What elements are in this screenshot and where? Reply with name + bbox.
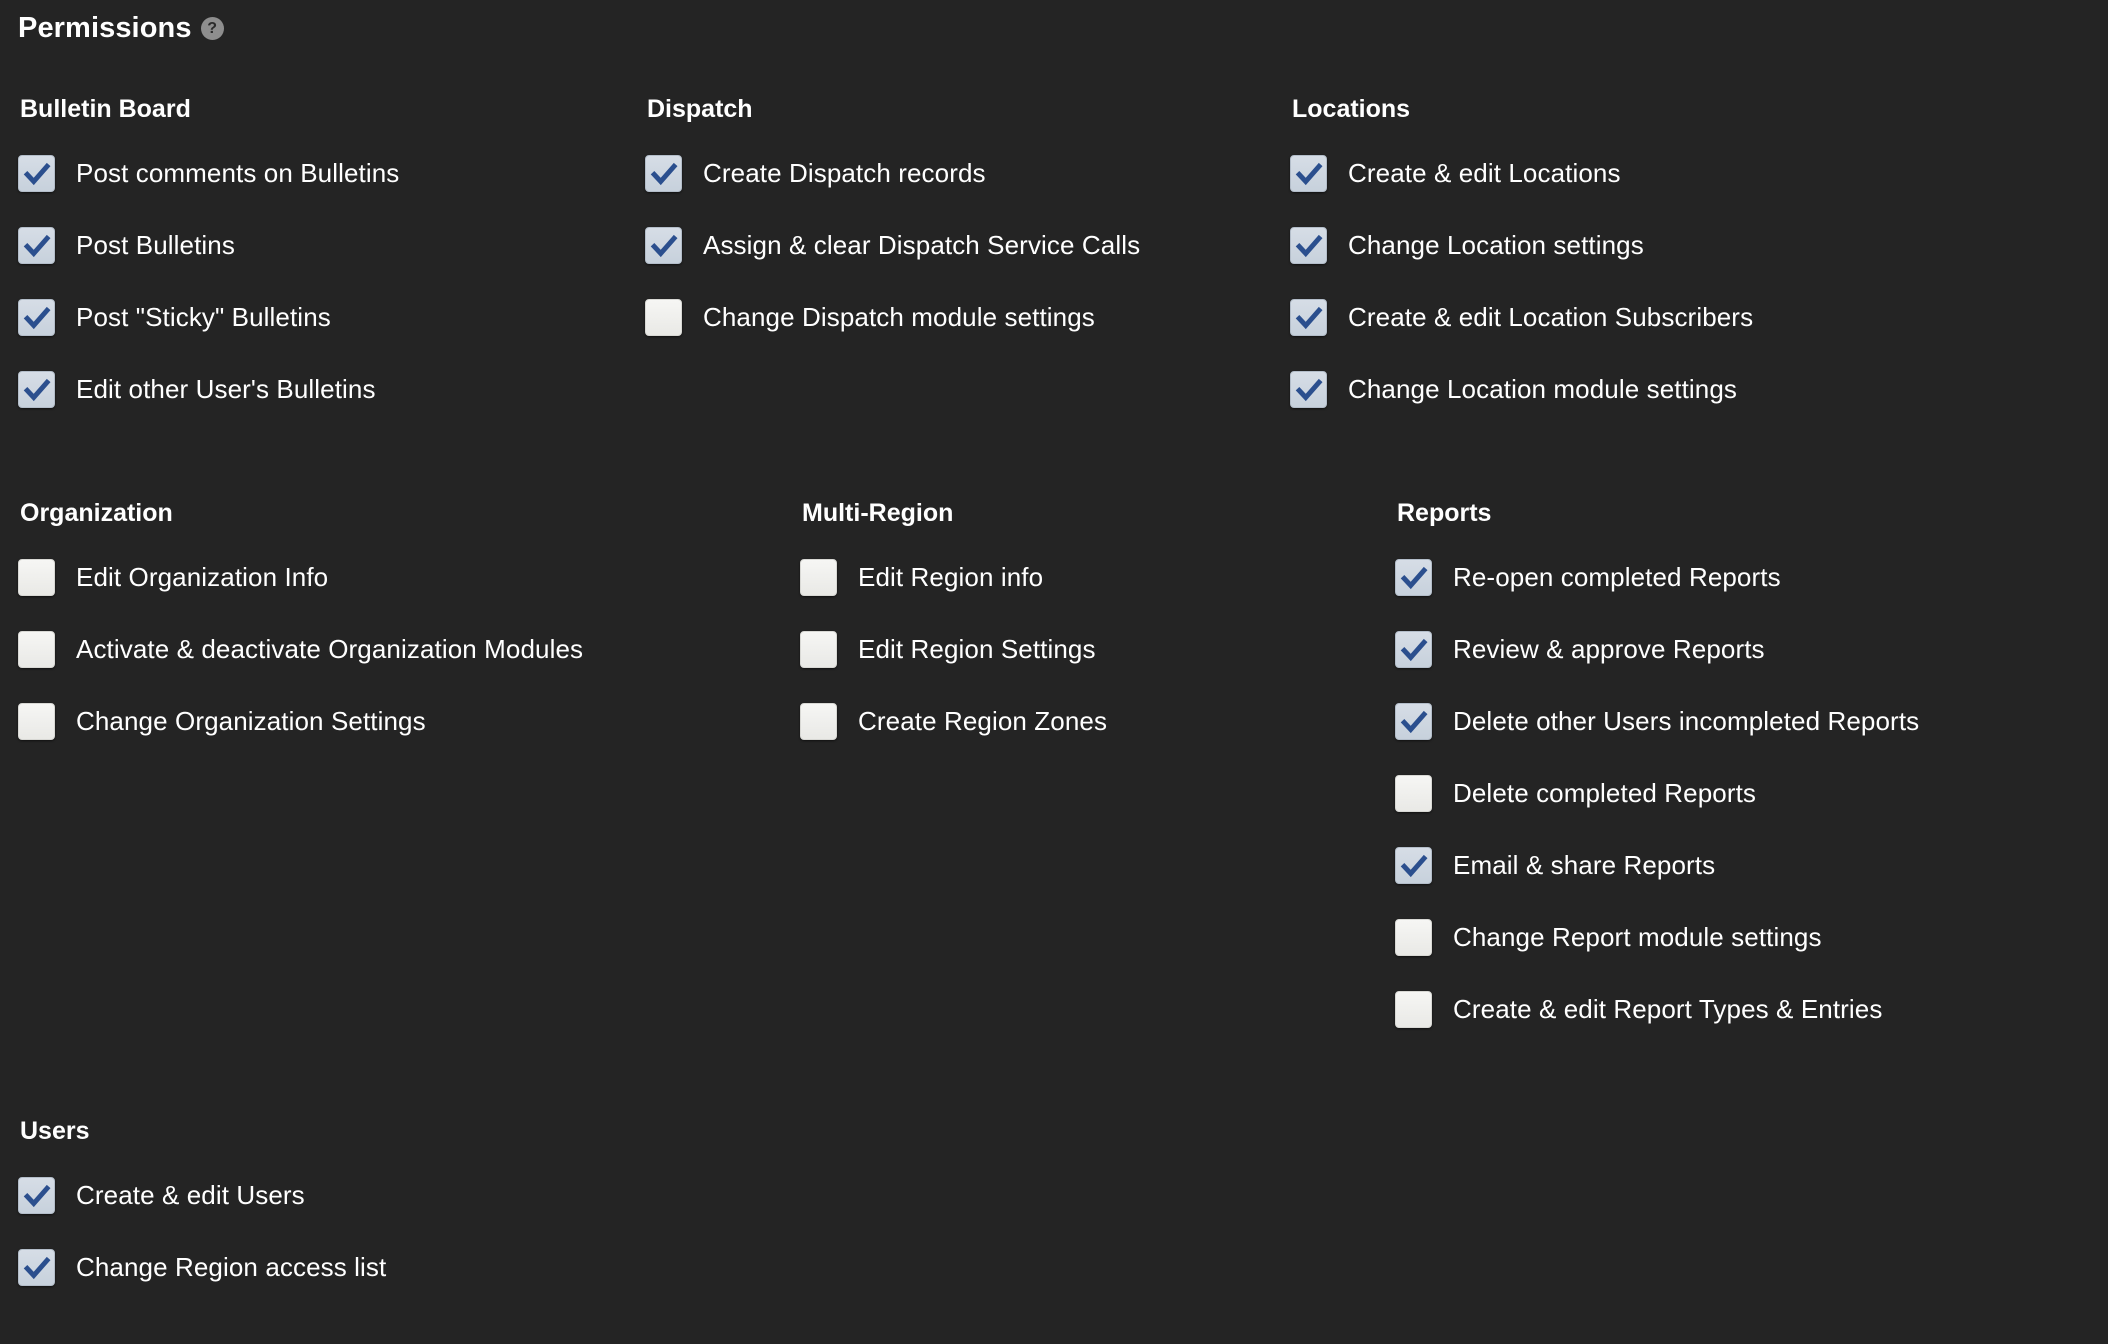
permission-row[interactable]: Change Location module settings: [1290, 354, 1753, 426]
permission-label: Create & edit Location Subscribers: [1348, 303, 1753, 332]
checkbox-checked-icon[interactable]: [1290, 299, 1327, 336]
permission-row[interactable]: Create & edit Report Types & Entries: [1395, 974, 1919, 1046]
group-title-organization: Organization: [20, 500, 583, 528]
permission-label: Edit Organization Info: [76, 563, 328, 592]
permission-group-bulletin-board: Bulletin Board Post comments on Bulletins…: [18, 96, 399, 426]
checkbox-checked-icon[interactable]: [18, 371, 55, 408]
permission-group-organization: Organization Edit Organization Info Activa…: [18, 500, 583, 758]
checkbox-unchecked-icon[interactable]: [800, 703, 837, 740]
permission-label: Change Region access list: [76, 1253, 386, 1282]
checkbox-unchecked-icon[interactable]: [645, 299, 682, 336]
permission-label: Delete completed Reports: [1453, 779, 1756, 808]
permission-label: Edit Region Settings: [858, 635, 1096, 664]
permission-row[interactable]: Re-open completed Reports: [1395, 542, 1919, 614]
group-title-locations: Locations: [1292, 96, 1753, 124]
page-title: Permissions: [18, 14, 192, 43]
permission-label: Post comments on Bulletins: [76, 159, 399, 188]
permission-label: Create Dispatch records: [703, 159, 986, 188]
permission-group-dispatch: Dispatch Create Dispatch records Assign & …: [645, 96, 1140, 354]
permission-label: Create & edit Users: [76, 1181, 305, 1210]
permission-row[interactable]: Review & approve Reports: [1395, 614, 1919, 686]
permission-row[interactable]: Activate & deactivate Organization Modul…: [18, 614, 583, 686]
checkbox-unchecked-icon[interactable]: [800, 559, 837, 596]
permission-row[interactable]: Change Organization Settings: [18, 686, 583, 758]
permission-label: Create Region Zones: [858, 707, 1107, 736]
permission-label: Post Bulletins: [76, 231, 235, 260]
permission-group-multi-region: Multi-Region Edit Region info Edit Region …: [800, 500, 1107, 758]
permission-row[interactable]: Change Dispatch module settings: [645, 282, 1140, 354]
permission-row[interactable]: Create Region Zones: [800, 686, 1107, 758]
checkbox-checked-icon[interactable]: [18, 299, 55, 336]
checkbox-checked-icon[interactable]: [645, 155, 682, 192]
permission-row[interactable]: Post comments on Bulletins: [18, 138, 399, 210]
permission-row[interactable]: Email & share Reports: [1395, 830, 1919, 902]
permission-label: Change Report module settings: [1453, 923, 1822, 952]
permission-label: Assign & clear Dispatch Service Calls: [703, 231, 1140, 260]
checkbox-unchecked-icon[interactable]: [1395, 991, 1432, 1028]
group-title-bulletin-board: Bulletin Board: [20, 96, 399, 124]
checkbox-unchecked-icon[interactable]: [800, 631, 837, 668]
permission-group-locations: Locations Create & edit Locations Change L…: [1290, 96, 1753, 426]
checkbox-unchecked-icon[interactable]: [1395, 919, 1432, 956]
permission-row[interactable]: Edit Region info: [800, 542, 1107, 614]
checkbox-checked-icon[interactable]: [18, 1249, 55, 1286]
permission-row[interactable]: Post Bulletins: [18, 210, 399, 282]
permission-label: Email & share Reports: [1453, 851, 1715, 880]
checkbox-checked-icon[interactable]: [18, 1177, 55, 1214]
permission-row[interactable]: Change Report module settings: [1395, 902, 1919, 974]
checkbox-checked-icon[interactable]: [1395, 847, 1432, 884]
checkbox-checked-icon[interactable]: [1395, 559, 1432, 596]
permission-row[interactable]: Delete other Users incompleted Reports: [1395, 686, 1919, 758]
group-title-dispatch: Dispatch: [647, 96, 1140, 124]
permission-label: Delete other Users incompleted Reports: [1453, 707, 1919, 736]
checkbox-checked-icon[interactable]: [645, 227, 682, 264]
permission-row[interactable]: Create & edit Users: [18, 1160, 386, 1232]
checkbox-unchecked-icon[interactable]: [1395, 775, 1432, 812]
checkbox-checked-icon[interactable]: [18, 155, 55, 192]
permission-row[interactable]: Create Dispatch records: [645, 138, 1140, 210]
group-title-reports: Reports: [1397, 500, 1919, 528]
permission-group-users: Users Create & edit Users Change Region ac…: [18, 1118, 386, 1304]
permission-row[interactable]: Edit Organization Info: [18, 542, 583, 614]
permission-label: Change Location settings: [1348, 231, 1644, 260]
permission-label: Change Organization Settings: [76, 707, 426, 736]
permission-label: Edit Region info: [858, 563, 1043, 592]
permission-label: Re-open completed Reports: [1453, 563, 1781, 592]
permission-label: Post "Sticky" Bulletins: [76, 303, 331, 332]
group-title-users: Users: [20, 1118, 386, 1146]
checkbox-checked-icon[interactable]: [1395, 631, 1432, 668]
checkbox-checked-icon[interactable]: [1290, 371, 1327, 408]
permission-row[interactable]: Delete completed Reports: [1395, 758, 1919, 830]
permission-label: Change Dispatch module settings: [703, 303, 1095, 332]
help-circle-icon[interactable]: ?: [201, 17, 224, 40]
checkbox-checked-icon[interactable]: [1290, 227, 1327, 264]
permission-group-reports: Reports Re-open completed Reports Review &…: [1395, 500, 1919, 1046]
permission-label: Edit other User's Bulletins: [76, 375, 376, 404]
permission-label: Review & approve Reports: [1453, 635, 1765, 664]
permission-row[interactable]: Edit Region Settings: [800, 614, 1107, 686]
permission-row[interactable]: Post "Sticky" Bulletins: [18, 282, 399, 354]
checkbox-checked-icon[interactable]: [18, 227, 55, 264]
permission-label: Create & edit Locations: [1348, 159, 1621, 188]
permission-label: Change Location module settings: [1348, 375, 1737, 404]
group-title-multi-region: Multi-Region: [802, 500, 1107, 528]
checkbox-unchecked-icon[interactable]: [18, 631, 55, 668]
permission-row[interactable]: Assign & clear Dispatch Service Calls: [645, 210, 1140, 282]
permission-label: Create & edit Report Types & Entries: [1453, 995, 1882, 1024]
permission-row[interactable]: Create & edit Locations: [1290, 138, 1753, 210]
page-header: Permissions ?: [18, 14, 224, 43]
checkbox-unchecked-icon[interactable]: [18, 559, 55, 596]
permission-row[interactable]: Edit other User's Bulletins: [18, 354, 399, 426]
permission-row[interactable]: Create & edit Location Subscribers: [1290, 282, 1753, 354]
checkbox-unchecked-icon[interactable]: [18, 703, 55, 740]
permission-row[interactable]: Change Location settings: [1290, 210, 1753, 282]
permission-label: Activate & deactivate Organization Modul…: [76, 635, 583, 664]
checkbox-checked-icon[interactable]: [1395, 703, 1432, 740]
permission-row[interactable]: Change Region access list: [18, 1232, 386, 1304]
checkbox-checked-icon[interactable]: [1290, 155, 1327, 192]
